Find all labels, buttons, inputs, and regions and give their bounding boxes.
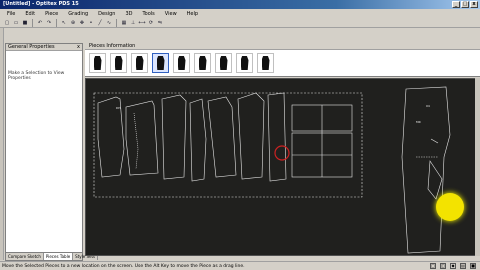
notch-icon[interactable]: ⊥ <box>129 19 137 27</box>
measure-icon[interactable]: ⟷ <box>138 19 146 27</box>
tab-pieces-table[interactable]: Pieces Table <box>43 253 74 260</box>
maximize-button[interactable]: □ <box>461 1 469 8</box>
menu-file[interactable]: File <box>2 11 20 17</box>
pieces-window-title: Pieces Information <box>85 43 480 50</box>
menu-3d[interactable]: 3D <box>120 11 137 17</box>
grid-icon[interactable]: ◫ <box>440 262 446 269</box>
menu-view[interactable]: View <box>160 11 182 17</box>
tool-sidebar <box>0 28 4 260</box>
pattern-piece-yoke[interactable] <box>207 96 237 178</box>
grade-icon[interactable]: ▦ <box>120 19 128 27</box>
undo-icon[interactable]: ↶ <box>36 19 44 27</box>
window-title-bar: [Untitled] - Optitex PDS 15 _ □ x <box>0 0 480 9</box>
fill-icon[interactable]: ■ <box>470 262 476 269</box>
piece-thumbnail[interactable] <box>236 53 253 73</box>
minimize-button[interactable]: _ <box>452 1 460 8</box>
redo-icon[interactable]: ↷ <box>45 19 53 27</box>
tab-compare-sketch[interactable]: Compare Sketch <box>6 253 44 260</box>
measure-label: MR <box>416 120 421 124</box>
menu-piece[interactable]: Piece <box>40 11 63 17</box>
pattern-piece-panel[interactable] <box>267 92 287 182</box>
piece-thumbnail[interactable] <box>173 53 190 73</box>
pattern-piece-long[interactable] <box>401 86 451 254</box>
close-button[interactable]: x <box>470 1 478 8</box>
curve-tool-icon[interactable]: ∿ <box>105 19 113 27</box>
status-bar: Move the Selected Pieces to a new locati… <box>0 261 480 270</box>
pattern-piece-facing[interactable] <box>189 98 207 182</box>
menu-tools[interactable]: Tools <box>137 11 159 17</box>
dart-line <box>133 112 139 170</box>
piece-thumbnails <box>85 50 480 77</box>
vertical-scrollbar[interactable] <box>475 78 480 256</box>
pattern-piece-sleeve[interactable] <box>237 92 265 180</box>
measure-label: DIS <box>116 106 121 110</box>
measure-label: 04 <box>426 104 430 108</box>
panel-title: General Properties <box>8 44 55 50</box>
properties-hint: Make a Selection to View Properties <box>8 71 65 81</box>
piece-thumbnail[interactable] <box>257 53 274 73</box>
pattern-canvas: DIS 04 MR <box>93 86 451 254</box>
piece-thumbnail[interactable] <box>194 53 211 73</box>
menu-design[interactable]: Design <box>93 11 120 17</box>
toolbar-separator <box>56 18 57 27</box>
open-folder-icon[interactable]: ▭ <box>12 19 20 27</box>
pattern-piece-back[interactable] <box>125 100 159 176</box>
panel-tabs: Compare Sketch Pieces Table Style Sets <box>6 252 99 260</box>
grain-arrow <box>430 138 439 144</box>
menu-edit[interactable]: Edit <box>20 11 40 17</box>
piece-thumbnail[interactable] <box>89 53 106 73</box>
ortho-icon[interactable]: ◆ <box>450 262 456 269</box>
rotate-icon[interactable]: ⟳ <box>147 19 155 27</box>
piece-thumbnail-selected[interactable] <box>152 53 169 73</box>
mirror-icon[interactable]: ⇋ <box>156 19 164 27</box>
menu-grading[interactable]: Grading <box>63 11 93 17</box>
pattern-piece-side[interactable] <box>161 94 187 180</box>
pattern-pieces <box>93 86 451 254</box>
piece-thumbnail[interactable] <box>215 53 232 73</box>
window-title: [Untitled] - Optitex PDS 15 <box>3 1 79 7</box>
general-properties-panel: General Properties x Make a Selection to… <box>5 43 99 261</box>
point-tool-icon[interactable]: • <box>87 19 95 27</box>
menu-bar: File Edit Piece Grading Design 3D Tools … <box>0 9 480 18</box>
line-tool-icon[interactable]: ╱ <box>96 19 104 27</box>
toolbar-separator <box>32 18 33 27</box>
zoom-icon[interactable]: ⊕ <box>69 19 77 27</box>
pattern-piece-small[interactable] <box>427 160 443 200</box>
error-marker-circle <box>274 145 290 161</box>
menu-help[interactable]: Help <box>182 11 203 17</box>
pattern-work-area[interactable]: DIS 04 MR <box>85 78 480 256</box>
toolbar-separator <box>116 18 117 27</box>
pan-icon[interactable]: ✥ <box>78 19 86 27</box>
close-panel-icon[interactable]: x <box>77 44 82 50</box>
status-icons: □ ◫ ◆ ▤ ■ <box>430 261 476 270</box>
main-toolbar: ▢ ▭ ■ ↶ ↷ ↖ ⊕ ✥ • ╱ ∿ ▦ ⊥ ⟷ ⟳ ⇋ <box>0 18 480 28</box>
snap-icon[interactable]: □ <box>430 262 436 269</box>
measurements: DIS 04 MR <box>116 104 430 124</box>
save-icon[interactable]: ■ <box>21 19 29 27</box>
layer-icon[interactable]: ▤ <box>460 262 466 269</box>
piece-thumbnail[interactable] <box>131 53 148 73</box>
piece-thumbnail[interactable] <box>110 53 127 73</box>
panel-title-bar: General Properties x <box>6 44 82 51</box>
select-tool-icon[interactable]: ↖ <box>60 19 68 27</box>
new-file-icon[interactable]: ▢ <box>3 19 11 27</box>
mouse-cursor-highlight <box>436 193 464 221</box>
